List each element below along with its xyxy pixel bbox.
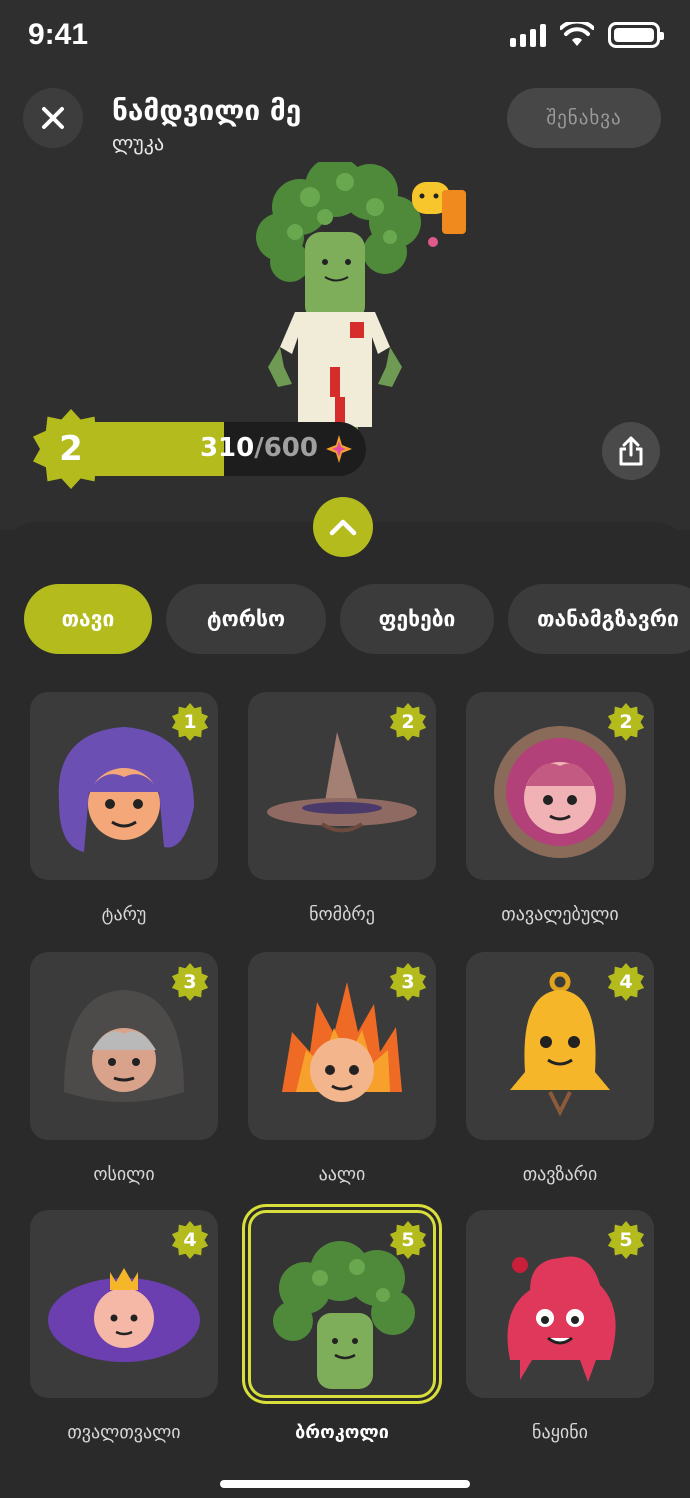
item-level: 4 (183, 1229, 197, 1251)
xp-progress-bar: 310/600 (70, 422, 366, 476)
status-time: 9:41 (28, 18, 89, 51)
item-level: 3 (401, 971, 415, 993)
sparkle-gem-icon (326, 435, 352, 463)
share-button[interactable] (602, 422, 660, 480)
save-button[interactable]: შენახვა (507, 88, 661, 148)
xp-current: 310 (199, 433, 255, 463)
item-label: ბროკოლი (295, 1422, 389, 1443)
header-titles: ნამდვილი მე ლუკა (112, 94, 301, 155)
share-icon (619, 436, 643, 466)
item-level: 3 (183, 971, 197, 993)
item-level: 2 (619, 711, 633, 733)
item-label: თვალთვალი (67, 1422, 181, 1443)
level-number: 2 (59, 429, 83, 469)
battery-icon (608, 22, 664, 48)
item-level: 5 (401, 1229, 415, 1251)
item-label: ოსილი (93, 1164, 155, 1185)
page-title: ნამდვილი მე (112, 94, 302, 127)
xp-separator: / (254, 433, 264, 463)
chevron-up-icon (329, 519, 357, 536)
home-indicator[interactable] (220, 1480, 470, 1488)
xp-max: 600 (263, 433, 318, 463)
tab-legs[interactable]: ფეხები (340, 584, 494, 654)
item-label: ნომბრე (309, 904, 375, 925)
status-icons (510, 22, 664, 48)
item-label: თავალებული (501, 904, 619, 925)
category-tabs: თავი ტორსო ფეხები თანამგზავრი (24, 584, 690, 654)
tab-torso[interactable]: ტორსო (166, 584, 326, 654)
expand-sheet-button[interactable] (313, 497, 373, 557)
item-level: 2 (401, 711, 415, 733)
item-label: თავზარი (522, 1164, 598, 1185)
cellular-signal-icon (510, 23, 546, 47)
tab-companion[interactable]: თანამგზავრი (508, 584, 690, 654)
tab-head[interactable]: თავი (24, 584, 152, 654)
item-label: ტარუ (101, 904, 147, 925)
close-icon (42, 107, 64, 129)
level-progress: 310/600 2 (30, 408, 366, 490)
item-label: ნაყინი (532, 1422, 588, 1443)
wifi-icon (560, 22, 594, 46)
status-bar: 9:41 (0, 0, 690, 76)
item-label: აალი (318, 1164, 366, 1185)
item-level: 1 (183, 711, 197, 733)
item-level: 5 (619, 1229, 633, 1251)
user-name: ლუკა (112, 131, 165, 155)
item-level: 4 (619, 971, 633, 993)
close-button[interactable] (23, 88, 83, 148)
xp-text: 310/600 (200, 433, 318, 463)
